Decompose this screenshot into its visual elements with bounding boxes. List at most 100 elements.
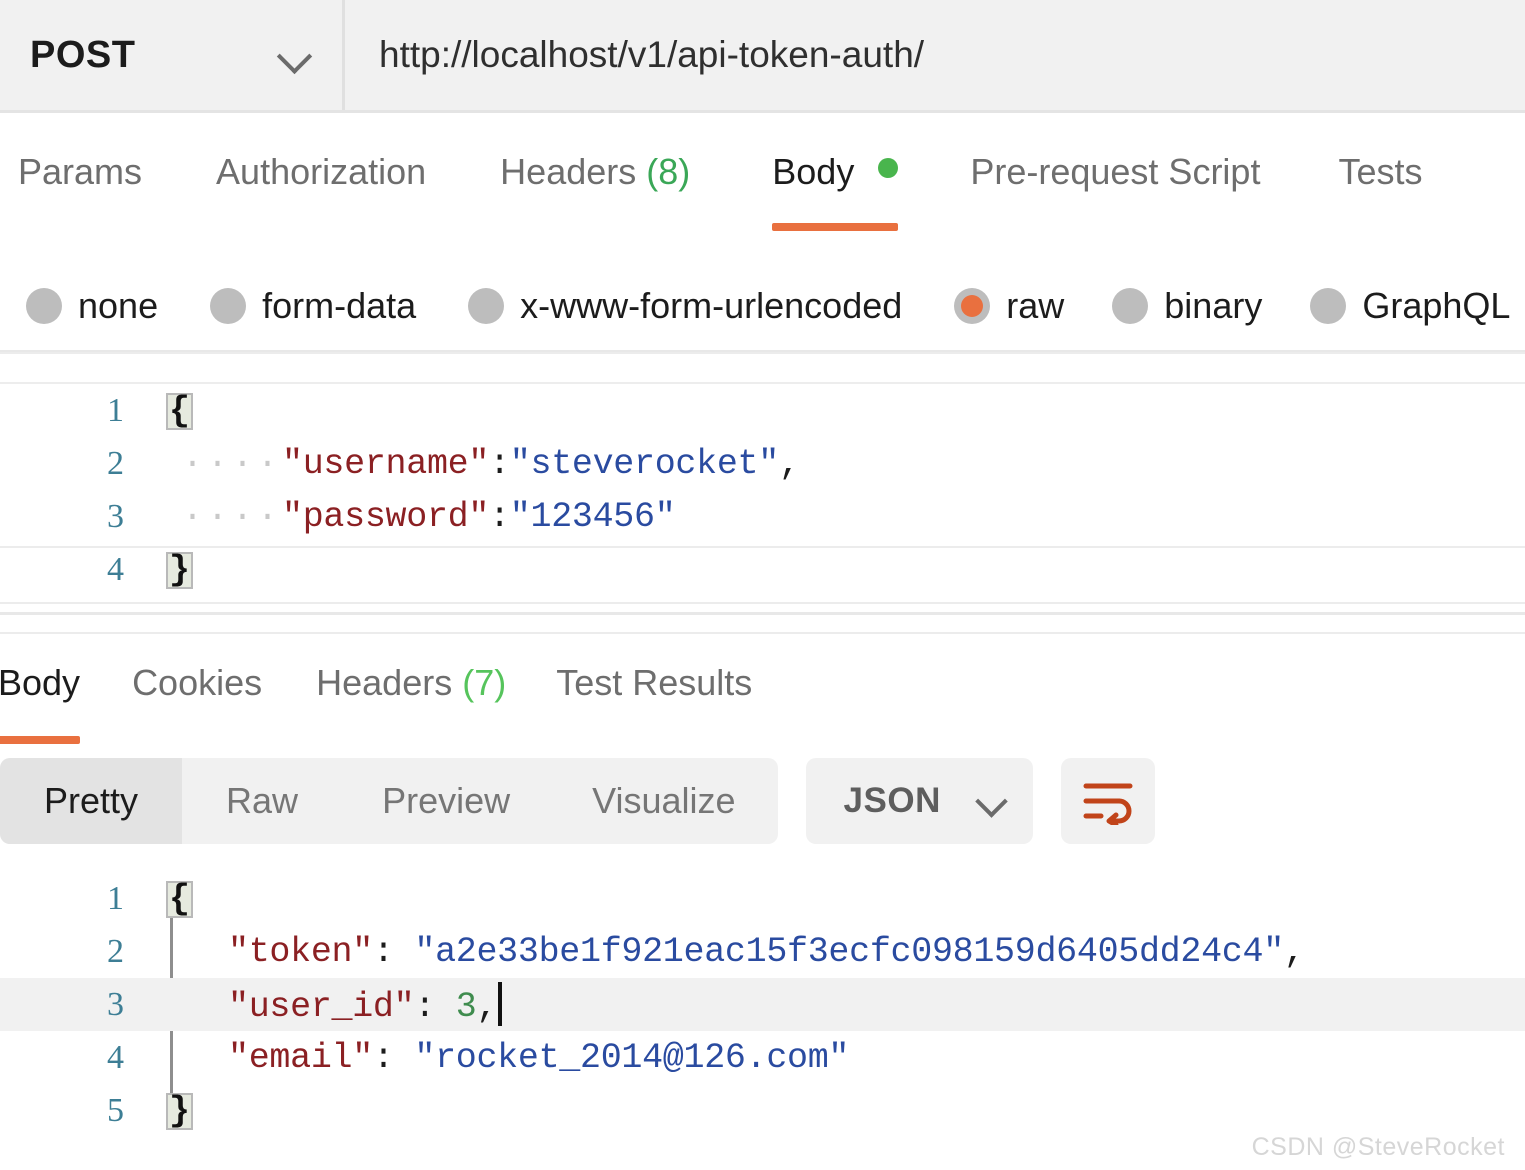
code-line[interactable]: 3 ····"password":"123456" [0,490,1525,543]
request-url-input[interactable]: http://localhost/v1/api-token-auth/ [345,0,1525,110]
tab-tests[interactable]: Tests [1338,151,1422,231]
tab-authorization-label: Authorization [216,151,426,192]
json-colon: : [414,987,455,1027]
view-raw-button[interactable]: Raw [182,758,342,844]
code-line[interactable]: 1 { [0,384,1525,437]
code-text: { [142,879,1525,919]
request-editor-row-divider [0,546,1525,548]
code-line[interactable]: 1 { [0,872,1525,925]
json-comma: , [779,444,800,484]
whitespace-dots: ···· [182,444,282,484]
response-tab-body-label: Body [0,662,80,703]
response-tab-headers[interactable]: Headers (7) [316,662,506,744]
body-type-form-data[interactable]: form-data [210,285,416,327]
tab-authorization[interactable]: Authorization [216,151,426,231]
body-type-none[interactable]: none [26,285,158,327]
body-type-graphql[interactable]: GraphQL [1310,285,1510,327]
tab-tests-label: Tests [1338,151,1422,192]
code-line[interactable]: 4 "email": "rocket_2014@126.com" [0,1031,1525,1084]
json-comma: , [1284,932,1305,972]
response-tab-bar: Body Cookies Headers (7) Test Results [0,640,1525,740]
response-format-select[interactable]: JSON [806,758,1033,844]
body-type-graphql-label: GraphQL [1362,285,1510,327]
line-number: 1 [0,392,142,430]
radio-icon-form-data[interactable] [210,288,246,324]
tab-headers-count: (8) [646,151,690,192]
wrap-text-button[interactable] [1061,758,1155,844]
tab-body-active-underline [772,223,898,231]
response-tab-headers-label: Headers [316,662,452,703]
view-preview-button[interactable]: Preview [342,758,550,844]
radio-icon-raw[interactable] [954,288,990,324]
response-tab-headers-count: (7) [462,662,506,703]
response-view-segmented-control: Pretty Raw Preview Visualize [0,758,778,844]
line-number: 2 [0,445,142,483]
request-editor-bottom-divider [0,602,1525,604]
text-cursor [498,982,502,1026]
view-pretty-label: Pretty [44,780,138,822]
radio-icon-binary[interactable] [1112,288,1148,324]
response-tab-body[interactable]: Body [0,662,80,744]
watermark-label: CSDN @SteveRocket [1252,1133,1505,1162]
code-text: "user_id": 3, [142,982,1525,1027]
body-type-x-www-form-urlencoded[interactable]: x-www-form-urlencoded [468,285,902,327]
body-type-binary[interactable]: binary [1112,285,1262,327]
json-number: 3 [456,987,477,1027]
request-response-split-divider[interactable] [0,612,1525,615]
radio-icon-none[interactable] [26,288,62,324]
json-value: "123456" [510,497,676,537]
request-body-editor[interactable]: 1 { 2 ····"username":"steverocket", 3 ··… [0,382,1525,612]
code-line-active[interactable]: 3 "user_id": 3, [0,978,1525,1031]
response-format-value: JSON [844,781,941,821]
json-value: "rocket_2014@126.com" [414,1038,849,1078]
line-number: 4 [0,1039,142,1077]
response-tab-test-results[interactable]: Test Results [556,662,752,744]
chevron-down-icon[interactable] [278,38,312,72]
json-key: "user_id" [228,987,414,1027]
line-number: 3 [0,498,142,536]
response-tab-test-results-label: Test Results [556,662,752,703]
wrap-text-icon [1081,777,1135,825]
request-editor-top-divider [0,352,1525,354]
line-number: 3 [0,986,142,1024]
view-pretty-button[interactable]: Pretty [0,758,182,844]
json-key: "token" [228,932,373,972]
tab-body[interactable]: Body [772,151,898,231]
json-colon: : [373,932,414,972]
view-visualize-button[interactable]: Visualize [550,758,777,844]
body-type-raw[interactable]: raw [954,285,1064,327]
code-line[interactable]: 5 } [0,1084,1525,1137]
response-body-viewer[interactable]: 1 { 2 "token": "a2e33be1f921eac15f3ecfc0… [0,872,1525,1162]
radio-icon-x-www-form-urlencoded[interactable] [468,288,504,324]
code-line[interactable]: 2 ····"username":"steverocket", [0,437,1525,490]
tab-params-label: Params [18,151,142,192]
close-brace: } [166,552,193,589]
open-brace: { [166,393,193,430]
response-pane-top-divider [0,632,1525,634]
http-method-select[interactable]: POST [0,0,345,110]
open-brace: { [166,881,193,918]
code-line[interactable]: 4 } [0,543,1525,596]
tab-headers-label: Headers [500,151,636,192]
tab-headers[interactable]: Headers (8) [500,151,690,231]
json-key: "username" [282,444,489,484]
response-view-toolbar: Pretty Raw Preview Visualize JSON [0,758,1525,844]
json-key: "email" [228,1038,373,1078]
response-tab-body-active-underline [0,736,80,744]
radio-icon-graphql[interactable] [1310,288,1346,324]
response-tab-cookies[interactable]: Cookies [132,662,262,744]
request-url-text: http://localhost/v1/api-token-auth/ [379,34,924,76]
json-value: "a2e33be1f921eac15f3ecfc098159d6405dd24c… [414,932,1284,972]
json-value: "steverocket" [510,444,779,484]
tab-params[interactable]: Params [18,151,142,231]
tab-pre-request-script[interactable]: Pre-request Script [970,151,1260,231]
code-text: { [142,391,1525,431]
code-text: "email": "rocket_2014@126.com" [142,1038,1525,1078]
chevron-down-icon[interactable] [977,786,1007,816]
code-line[interactable]: 2 "token": "a2e33be1f921eac15f3ecfc09815… [0,925,1525,978]
json-comma: , [476,987,497,1027]
whitespace-dots: ···· [182,497,282,537]
postman-request-response-pane: POST http://localhost/v1/api-token-auth/… [0,0,1525,1170]
json-colon: : [489,444,510,484]
json-colon: : [489,497,510,537]
